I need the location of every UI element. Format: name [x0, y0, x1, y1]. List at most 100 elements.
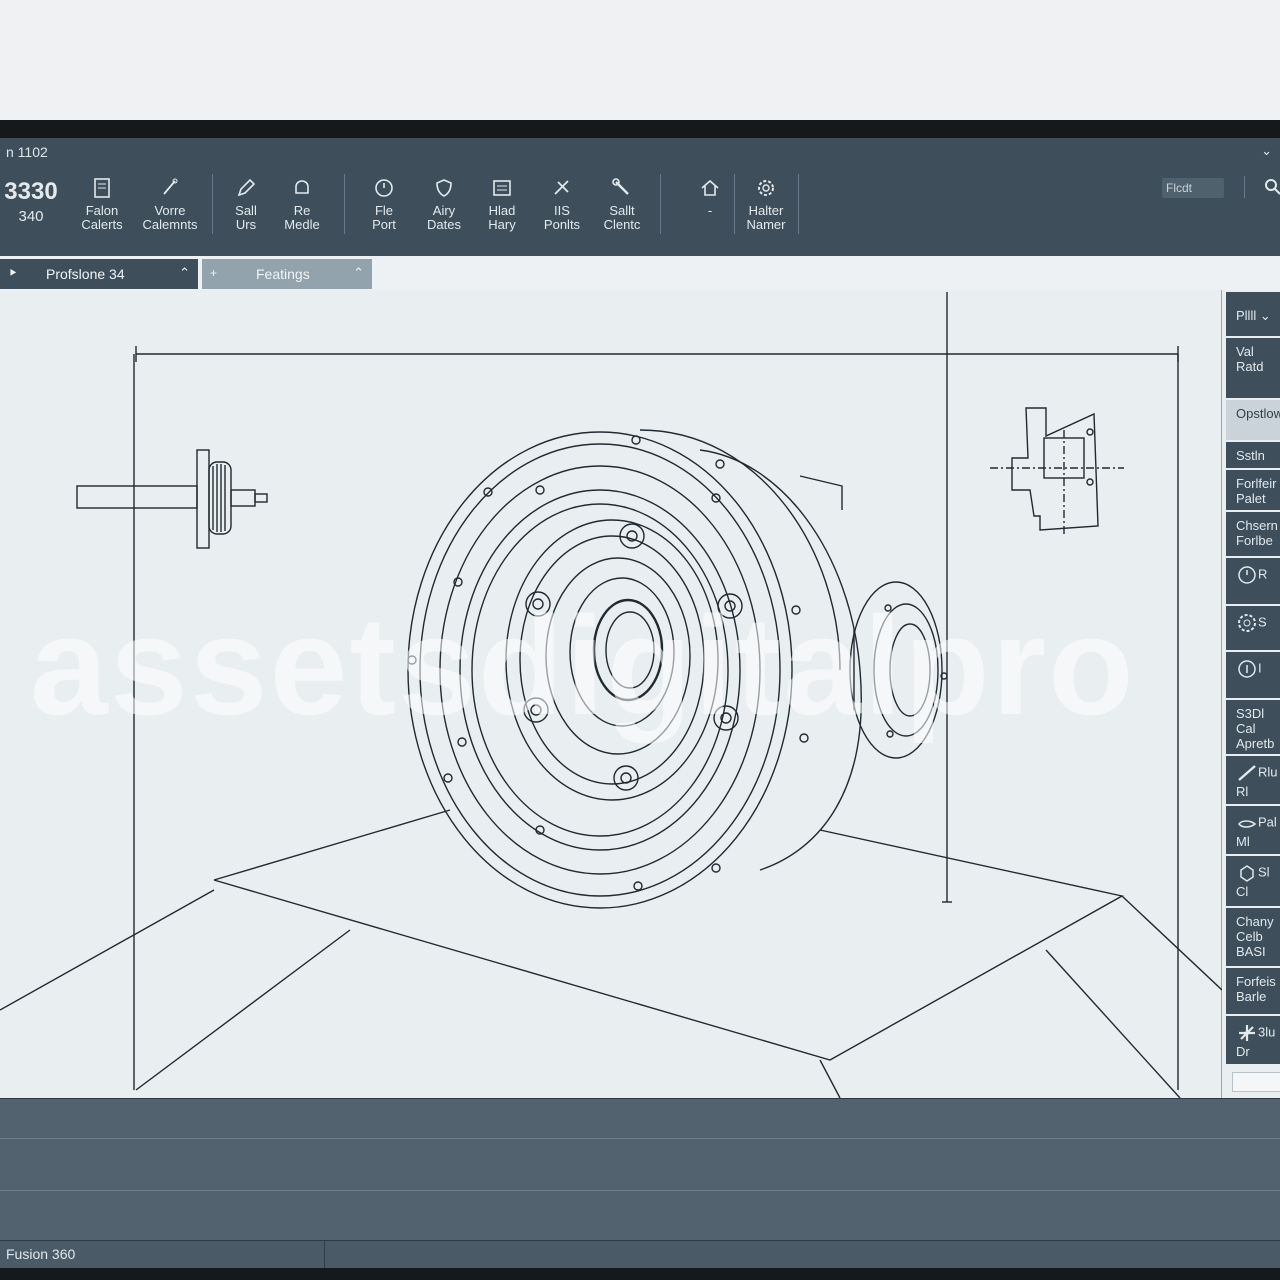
right-panel-item[interactable]: Forlfeir Palet [1226, 470, 1280, 510]
toolbar-button[interactable]: IIS Ponlts [530, 176, 594, 232]
toolbar-button[interactable]: Hlad Hary [470, 176, 534, 232]
right-panel-item[interactable]: 3lu Dr [1226, 1016, 1280, 1064]
cad-drawing [0, 292, 1222, 1098]
search-input[interactable]: Flcdt [1162, 178, 1224, 198]
pencil-icon [234, 176, 258, 200]
right-panel-item-label: Forlfeir Palet [1236, 476, 1277, 506]
pen-icon [158, 176, 182, 200]
toolbar-button-label: Namer [746, 217, 786, 232]
right-panel-item-label: R [1258, 566, 1268, 582]
toolbar-button-label: Ponlts [543, 217, 581, 232]
toolbar-button[interactable]: Vorre Calemnts [138, 176, 202, 232]
ruler-icon [1236, 762, 1258, 784]
right-panel-item-label: Chany Celb BASI [1236, 914, 1274, 959]
brand: 3330 340 [0, 178, 62, 225]
toolbar-button[interactable]: - [678, 176, 742, 218]
right-panel-item[interactable]: Chsern Forlbe [1226, 512, 1280, 556]
screen: n 1102 ⌄ 3330 340 Falon Calerts Vorre Calem… [0, 0, 1280, 1280]
bell-icon [290, 176, 314, 200]
window-menu-button[interactable]: ⌄ [1261, 143, 1272, 159]
toolbar-button-label: Fle [374, 203, 394, 218]
hand-icon [1236, 812, 1258, 834]
toolbar-button-label: Port [372, 217, 396, 232]
toolbar-button-label: Hary [488, 217, 516, 232]
right-panel-item[interactable]: Sstln [1226, 442, 1280, 468]
toolbar-button-label: Sall [235, 203, 257, 218]
design-canvas[interactable] [0, 290, 1222, 1098]
toolbar-button-label: Vorre [154, 203, 186, 218]
housing-part [407, 429, 948, 909]
toolbar-button-label: Clentc [603, 217, 641, 232]
browser-panel [0, 1138, 1280, 1190]
toolbar-button-label: Calemnts [142, 217, 198, 232]
right-panel-item-label: S3Dl Cal Apretb [1236, 706, 1275, 751]
document-icon [90, 176, 114, 200]
tab-label: Profslone 34 [46, 266, 125, 282]
right-panel-input[interactable] [1232, 1072, 1280, 1092]
toolbar-button-label: Dates [427, 217, 461, 232]
chevron-up-icon[interactable]: ⌃ [179, 265, 190, 281]
right-panel-item[interactable]: S [1226, 606, 1280, 650]
right-panel-item[interactable]: Rlu Rl [1226, 756, 1280, 804]
toolbar-separator [212, 174, 213, 234]
image-icon [490, 176, 514, 200]
toolbar-button[interactable]: Sallt Clentc [590, 176, 654, 232]
chevron-up-icon[interactable]: ⌃ [353, 265, 364, 281]
toolbar-button-label: Sallt [609, 203, 635, 218]
brand-line2: 340 [18, 208, 44, 225]
toolbar-button-label: - [707, 203, 713, 218]
timeline-bar [0, 1098, 1280, 1138]
right-panel-item-label: I [1258, 660, 1262, 676]
tab-expand-icon: ⯈ [8, 266, 18, 280]
right-panel-item-label: Val Ratd [1236, 344, 1264, 374]
right-panel-item[interactable]: R [1226, 558, 1280, 604]
toolbar-button-label: Hlad [488, 203, 516, 218]
toolbar-button-label: Airy [432, 203, 456, 218]
toolbar: 3330 340 Falon Calerts Vorre Calemnts Sall Ur… [0, 168, 1280, 256]
right-panel-item[interactable]: Val Ratd [1226, 338, 1280, 398]
toolbar-button[interactable]: Halter Namer [734, 176, 798, 232]
toolbar-button[interactable]: Airy Dates [412, 176, 476, 232]
toolbar-button-label: Falon [85, 203, 119, 218]
toolbar-button[interactable]: Re Medle [270, 176, 334, 232]
right-panel-item-label: Sstln [1236, 448, 1265, 463]
add-tab-icon[interactable]: + [210, 266, 217, 280]
right-panel-item[interactable]: Pal Ml [1226, 806, 1280, 854]
settings-icon [1236, 612, 1258, 634]
document-tabs: ⯈ Profslone 34 ⌃ + Featings ⌃ [0, 256, 1280, 290]
search-icon[interactable] [1264, 178, 1280, 196]
monitor-bezel-bottom [0, 1268, 1280, 1280]
gear-icon [754, 176, 778, 200]
top-margin [0, 0, 1280, 120]
toolbar-button-label: Medle [284, 217, 320, 232]
fan-icon [1236, 1022, 1258, 1044]
toolbar-button[interactable]: Falon Calerts [70, 176, 134, 232]
toolbar-button[interactable]: Sall Urs [214, 176, 278, 232]
right-panel: Pllll ⌄ Val Ratd Opstlow Sstln Forlfeir Pal… [1222, 290, 1280, 1098]
right-panel-item-label: Forfeis Barle [1236, 974, 1276, 1004]
right-panel-item[interactable]: S3Dl Cal Apretb [1226, 700, 1280, 754]
right-panel-item[interactable]: Opstlow [1226, 400, 1280, 440]
right-panel-item[interactable]: Chany Celb BASI [1226, 908, 1280, 966]
tab-label: Featings [256, 266, 310, 282]
right-panel-item[interactable]: Forfeis Barle [1226, 968, 1280, 1014]
shaft-part [76, 449, 268, 549]
toolbar-button-label: IIS [554, 203, 570, 218]
cube-icon [1236, 862, 1258, 884]
window-title: n 1102 [6, 144, 48, 160]
tab-featings[interactable]: + Featings ⌃ [202, 259, 372, 289]
tools-icon [550, 176, 574, 200]
right-panel-header[interactable]: Pllll ⌄ [1226, 292, 1280, 336]
right-panel-item-label: Opstlow [1236, 406, 1280, 421]
toolbar-separator [734, 174, 735, 234]
right-panel-item-label: S [1258, 614, 1267, 630]
info-icon [1236, 658, 1258, 680]
right-panel-item[interactable]: Sl Cl [1226, 856, 1280, 906]
tab-profslone[interactable]: ⯈ Profslone 34 ⌃ [0, 259, 198, 289]
right-panel-item-label: Chsern Forlbe [1236, 518, 1278, 548]
toolbar-separator [798, 174, 799, 234]
status-divider [324, 1241, 325, 1269]
right-panel-item[interactable]: I [1226, 652, 1280, 698]
toolbar-button-label: Halter [748, 203, 784, 218]
toolbar-button[interactable]: Fle Port [352, 176, 416, 232]
